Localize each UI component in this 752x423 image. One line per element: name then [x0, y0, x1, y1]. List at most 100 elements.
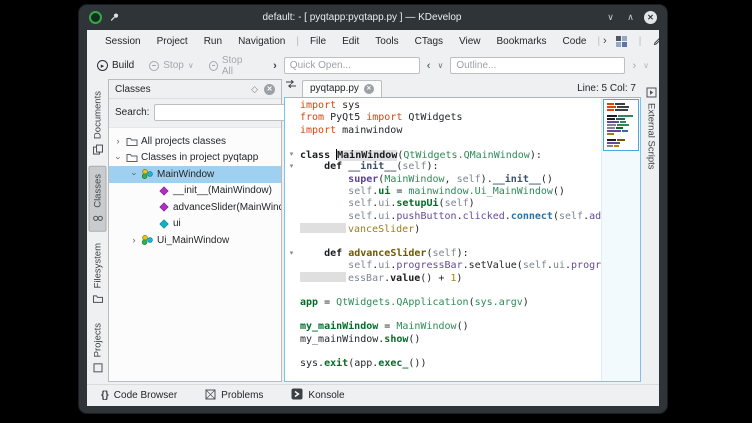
nav-back-chevron[interactable]: ‹ [427, 60, 431, 72]
menu-ctags[interactable]: CTags [407, 36, 451, 47]
menu-navigation[interactable]: Navigation [230, 36, 293, 47]
code-line[interactable]: app = QtWidgets.QApplication(sys.argv) [300, 297, 601, 309]
code-line[interactable]: self.ui.progressBar.setValue(self.ui.pro… [300, 260, 601, 272]
menu-code[interactable]: Code [555, 36, 595, 47]
code-line[interactable]: def __init__(self): [300, 161, 601, 173]
tree-row[interactable]: __init__(MainWindow) [109, 183, 281, 200]
fold-marker-icon[interactable]: ▾ [285, 149, 298, 161]
menu-file[interactable]: File [302, 36, 334, 47]
expander-icon[interactable]: › [112, 136, 124, 146]
statusbar-konsole[interactable]: Konsole [291, 388, 344, 403]
menu-run[interactable]: Run [196, 36, 230, 47]
stop-all-button[interactable]: Stop All [209, 55, 252, 77]
area-code-button[interactable]: Code [653, 36, 668, 47]
external-scripts-icon [646, 87, 657, 98]
outline-forward-chevron[interactable]: › [632, 60, 636, 72]
classes-panel: Classes ◇ ✕ Search: ›All projects classe… [108, 79, 282, 382]
code-area[interactable]: import sysfrom PyQt5 import QtWidgetsimp… [298, 98, 601, 381]
statusbar-problems[interactable]: Problems [205, 388, 263, 403]
fold-marker-icon[interactable]: ▾ [285, 248, 298, 260]
menu-session[interactable]: Session [97, 36, 149, 47]
document-switcher-icon[interactable] [285, 76, 297, 94]
line-wrap-indicator [300, 223, 346, 233]
minimap-line [607, 142, 635, 144]
cursor-position-status: Line: 5 Col: 7 [577, 83, 640, 97]
statusbar-code-browser[interactable]: {}Code Browser [101, 388, 177, 403]
filesystem-icon [92, 293, 104, 304]
minimap-line [607, 145, 635, 147]
code-line[interactable] [300, 346, 601, 358]
pin-icon[interactable] [109, 12, 120, 23]
menu-tools[interactable]: Tools [367, 36, 406, 47]
sidebar-tab-documents[interactable]: Documents [89, 83, 107, 163]
code-line[interactable]: self.ui = mainwindow.Ui_MainWindow() [300, 186, 601, 198]
gutter-cell [285, 260, 298, 272]
sidebar-tab-filesystem[interactable]: Filesystem [89, 235, 107, 312]
statusbar-item-label: Code Browser [114, 390, 177, 401]
code-line[interactable] [300, 137, 601, 149]
code-line[interactable]: sys.exit(app.exec_()) [300, 358, 601, 370]
maximize-button[interactable]: ∧ [624, 12, 637, 23]
tree-row[interactable]: advanceSlider(MainWindow) [109, 199, 281, 216]
menu-view[interactable]: View [451, 36, 489, 47]
tree-item-label: MainWindow [155, 169, 214, 180]
stop-button[interactable]: Stop ∨ [149, 60, 193, 71]
float-panel-icon[interactable]: ◇ [251, 84, 258, 95]
code-line[interactable]: self.ui.pushButton.clicked.connect(self.… [300, 211, 601, 223]
sidebar-tab-external-scripts[interactable]: External Scripts [645, 83, 658, 174]
expander-icon[interactable]: › [128, 235, 140, 245]
menu-edit[interactable]: Edit [334, 36, 367, 47]
code-line[interactable]: self.ui.setupUi(self) [300, 198, 601, 210]
tree-row[interactable]: ui [109, 216, 281, 233]
code-line[interactable]: from PyQt5 import QtWidgets [300, 112, 601, 124]
menu-project[interactable]: Project [149, 36, 196, 47]
kdevelop-window: default: - [ pyqtapp:pyqtapp.py ] — KDev… [78, 4, 668, 414]
code-line[interactable]: def advanceSlider(self): [300, 248, 601, 260]
minimize-button[interactable]: ∨ [604, 12, 617, 23]
sidebar-tab-projects[interactable]: Projects [89, 315, 107, 381]
toolbar-overflow-chevron[interactable]: › [273, 60, 277, 72]
right-dock-strip: External Scripts [643, 79, 659, 384]
gutter-cell [285, 137, 298, 149]
outline-dropdown-arrow[interactable]: ∨ [643, 61, 649, 70]
quick-open-input[interactable] [284, 57, 420, 74]
expander-icon[interactable]: › [112, 153, 124, 163]
tree-row[interactable]: ›All projects classes [109, 133, 281, 150]
expander-icon[interactable]: › [128, 169, 140, 179]
close-panel-icon[interactable]: ✕ [264, 84, 275, 95]
code-line[interactable]: vanceSlider) [300, 223, 601, 235]
code-line[interactable]: import mainwindow [300, 125, 601, 137]
minimap-line [607, 106, 635, 108]
menu-bookmarks[interactable]: Bookmarks [489, 36, 555, 47]
fold-marker-icon[interactable]: ▾ [285, 161, 298, 173]
main-area: Documents Classes Filesystem Projects Class… [87, 79, 659, 384]
tree-row[interactable]: ›Ui_MainWindow [109, 232, 281, 249]
titlebar[interactable]: default: - [ pyqtapp:pyqtapp.py ] — KDev… [79, 5, 667, 30]
build-button[interactable]: ▸ Build [97, 60, 134, 71]
nav-dropdown-arrow[interactable]: ∨ [437, 61, 443, 70]
tree-row[interactable]: › MainWindow [109, 166, 281, 183]
code-line[interactable] [300, 284, 601, 296]
code-line[interactable]: essBar.value() + 1) [300, 272, 601, 284]
menubar-overflow-chevron[interactable]: › [603, 35, 607, 47]
code-line[interactable] [300, 235, 601, 247]
code-line[interactable]: import sys [300, 100, 601, 112]
tab-pyqtapp[interactable]: pyqtapp.py ✕ [302, 80, 382, 97]
minimap-column[interactable] [601, 98, 640, 381]
code-line[interactable]: my_mainWindow.show() [300, 334, 601, 346]
close-button[interactable]: ✕ [644, 11, 657, 24]
code-line[interactable] [300, 309, 601, 321]
area-switcher-icon[interactable] [616, 36, 627, 47]
sidebar-tab-classes[interactable]: Classes [89, 166, 107, 232]
tab-close-icon[interactable]: ✕ [364, 84, 374, 94]
code-line[interactable]: my_mainWindow = MainWindow() [300, 321, 601, 333]
minimap-line [607, 124, 635, 126]
tree-row[interactable]: ›Classes in project pyqtapp [109, 150, 281, 167]
sidebar-tab-label: Documents [92, 91, 103, 139]
code-line[interactable]: class MainWindow(QtWidgets.QMainWindow): [300, 149, 601, 161]
outline-input[interactable] [450, 57, 625, 74]
code-editor[interactable]: ▾▾▾ import sysfrom PyQt5 import QtWidget… [284, 97, 641, 382]
code-line[interactable]: super(MainWindow, self).__init__() [300, 174, 601, 186]
minimap-slider[interactable] [603, 99, 639, 151]
stop-dropdown-arrow[interactable]: ∨ [188, 61, 194, 70]
